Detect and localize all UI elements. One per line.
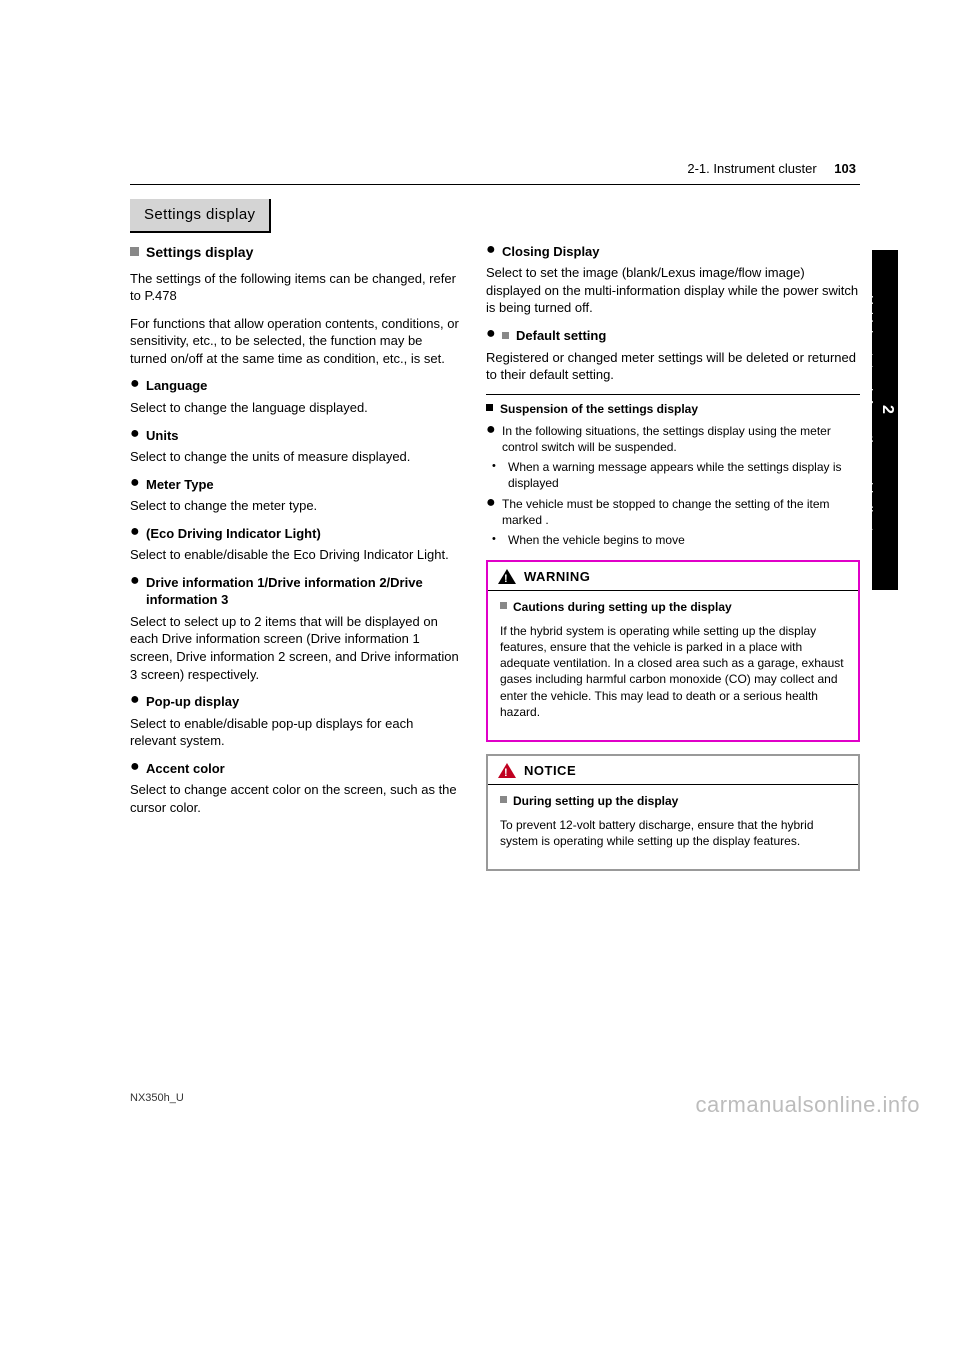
b3-text: Select to change the meter type.: [130, 497, 460, 515]
warning-triangle-icon: !: [498, 569, 516, 584]
notice-triangle-icon: !: [498, 763, 516, 778]
sidebar-label: Vehicle status information and indicator…: [861, 296, 875, 552]
sidebar-tab: 2 Vehicle status information and indicat…: [872, 250, 898, 590]
b9-label: Default setting: [516, 328, 606, 343]
left-p2: For functions that allow operation conte…: [130, 315, 460, 368]
b2-text: Select to change the units of measure di…: [130, 448, 460, 466]
dot-icon: ●: [486, 243, 496, 261]
warning-text: If the hybrid system is operating while …: [500, 623, 846, 720]
dot-icon: ●: [130, 760, 140, 778]
dot-icon: ●: [486, 496, 496, 528]
square-bullet-icon: [500, 602, 507, 609]
b9-text: Registered or changed meter settings wil…: [486, 349, 860, 384]
square-bullet-icon: [500, 796, 507, 803]
bullet-icon: •: [492, 459, 502, 491]
notice-box: ! NOTICE During setting up the display T…: [486, 754, 860, 871]
warning-sub: Cautions during setting up the display: [513, 600, 732, 614]
b2-label: Units: [146, 428, 179, 443]
dot-icon: ●: [130, 476, 140, 494]
section-label: 2-1. Instrument cluster: [687, 161, 816, 176]
dot-icon: ●: [486, 423, 496, 455]
b3-label: Meter Type: [146, 477, 214, 492]
page-number: 103: [834, 161, 856, 176]
b8-text: Select to set the image (blank/Lexus ima…: [486, 264, 860, 317]
b5-label: Drive information 1/Drive information 2/…: [146, 575, 423, 608]
dot-icon: ●: [130, 427, 140, 445]
b5-text: Select to select up to 2 items that will…: [130, 613, 460, 683]
susp-b2: The vehicle must be stopped to change th…: [502, 496, 860, 528]
bullet-icon: •: [492, 532, 502, 548]
dot-icon: ●: [130, 574, 140, 609]
susp-title: Suspension of the settings display: [500, 402, 698, 416]
notice-sub: During setting up the display: [513, 794, 678, 808]
square-bullet-icon: [486, 404, 493, 411]
dot-icon: ●: [130, 693, 140, 711]
b4-label: (Eco Driving Indicator Light): [146, 526, 321, 541]
b1-text: Select to change the language displayed.: [130, 399, 460, 417]
susp-b1a: When a warning message appears while the…: [508, 459, 860, 491]
b8-label: Closing Display: [502, 244, 600, 259]
header-rule: [130, 184, 860, 185]
b1-label: Language: [146, 378, 207, 393]
right-column: ● Closing Display Select to set the image…: [486, 243, 860, 871]
heading-box: Settings display: [130, 199, 271, 233]
watermark: carmanualsonline.info: [695, 1090, 920, 1120]
warning-title: WARNING: [524, 568, 590, 586]
square-bullet-icon: [130, 247, 139, 256]
notice-text: To prevent 12-volt battery discharge, en…: [500, 817, 846, 849]
sidebar-num: 2: [876, 258, 898, 562]
left-title: Settings display: [146, 244, 253, 260]
b7-text: Select to change accent color on the scr…: [130, 781, 460, 816]
dot-icon: ●: [130, 377, 140, 395]
left-p1: The settings of the following items can …: [130, 270, 460, 305]
b4-text: Select to enable/disable the Eco Driving…: [130, 546, 460, 564]
susp-b1: In the following situations, the setting…: [502, 423, 860, 455]
warning-box: ! WARNING Cautions during setting up the…: [486, 560, 860, 742]
dot-icon: ●: [486, 327, 496, 345]
dot-icon: ●: [130, 525, 140, 543]
susp-b3: When the vehicle begins to move: [508, 532, 860, 548]
b6-text: Select to enable/disable pop-up displays…: [130, 715, 460, 750]
separator-rule: [486, 394, 860, 395]
b7-label: Accent color: [146, 761, 225, 776]
notice-title: NOTICE: [524, 762, 576, 780]
square-small-icon: [502, 332, 509, 339]
b6-label: Pop-up display: [146, 694, 239, 709]
left-column: Settings display The settings of the fol…: [130, 243, 460, 871]
